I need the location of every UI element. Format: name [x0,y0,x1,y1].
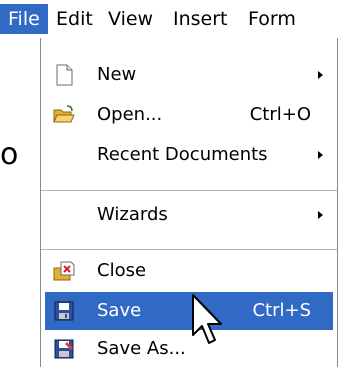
menu-item-save-label: Save [97,300,142,321]
save-icon [54,301,74,321]
menu-format[interactable]: Form [240,4,304,34]
new-document-icon [56,64,73,86]
menu-item-recent-documents-label: Recent Documents [97,144,268,165]
menu-item-open-label: Open... [97,104,163,125]
menu-item-new[interactable]: New [45,56,333,94]
menu-item-save-as[interactable]: Save As... [45,330,333,368]
submenu-arrow-icon [318,71,323,79]
menu-file-label: File [8,8,40,30]
menu-item-recent-documents[interactable]: Recent Documents [45,136,333,174]
menu-item-wizards-label: Wizards [97,204,168,225]
menu-edit-label: Edit [56,8,93,30]
submenu-arrow-icon [318,211,323,219]
menu-item-close[interactable]: Close [45,252,333,290]
menu-item-open[interactable]: Open... Ctrl+O [45,96,333,134]
background-document-text: o [0,138,19,172]
menu-insert[interactable]: Insert [165,4,236,34]
open-folder-icon [53,105,75,123]
menu-item-save-as-label: Save As... [97,338,186,359]
submenu-arrow-icon [318,151,323,159]
menu-view-label: View [108,8,154,30]
file-menu-dropdown: New Open... Ctrl+O Recent Documents Wiza… [40,38,338,367]
menu-item-open-shortcut: Ctrl+O [249,104,311,125]
close-document-icon [53,261,75,281]
menu-insert-label: Insert [173,8,228,30]
menu-separator [41,190,337,191]
menu-item-wizards[interactable]: Wizards [45,196,333,234]
menu-item-new-label: New [97,64,137,85]
menu-bar: File Edit View Insert Form [0,0,347,38]
menu-item-save[interactable]: Save Ctrl+S [45,292,333,330]
menu-file[interactable]: File [0,4,48,34]
menu-item-save-shortcut: Ctrl+S [252,300,311,321]
menu-format-label: Form [248,8,296,30]
menu-edit[interactable]: Edit [48,4,101,34]
menu-item-close-label: Close [97,260,147,281]
menu-separator [41,249,337,250]
menu-view[interactable]: View [100,4,161,34]
save-as-icon [54,339,74,359]
mouse-cursor-icon [192,294,222,344]
